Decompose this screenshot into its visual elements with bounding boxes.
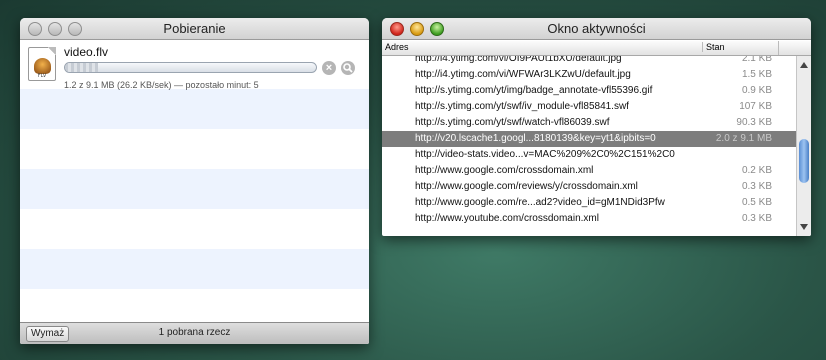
scrollbar-thumb[interactable] (799, 139, 809, 183)
window-title: Okno aktywności (547, 21, 646, 36)
scroll-down-icon[interactable] (800, 224, 808, 230)
reveal-magnifier-icon[interactable] (341, 61, 355, 75)
row-status: 0.5 KB (741, 197, 772, 208)
row-status: 2.1 KB (741, 56, 772, 64)
downloads-list: FLV video.flv × 1.2 z 9.1 MB (26.2 KB/se… (20, 41, 369, 322)
list-stripe (20, 169, 369, 209)
row-status: 0.3 KB (741, 213, 772, 224)
table-row[interactable]: http://s.ytimg.com/yt/swf/watch-vfl86039… (382, 115, 796, 131)
download-status: 1.2 z 9.1 MB (26.2 KB/sek) — pozostało m… (64, 80, 259, 90)
row-status: 1.5 KB (741, 69, 772, 80)
list-stripe (20, 249, 369, 289)
table-row[interactable]: http://i4.ytimg.com/vi/OI9PAUt1bXU/defau… (382, 56, 796, 67)
row-address: http://video-stats.video...v=MAC%209%2C0… (415, 149, 675, 160)
row-address: http://www.google.com/reviews/y/crossdom… (415, 181, 638, 192)
row-status: 0.9 KB (741, 85, 772, 96)
row-address: http://v20.lscache1.googl...8180139&key=… (415, 133, 656, 144)
table-row[interactable]: http://v20.lscache1.googl...8180139&key=… (382, 131, 796, 147)
table-row[interactable]: http://www.google.com/crossdomain.xml 0.2… (382, 163, 796, 179)
activity-table-header: Adres Stan (382, 41, 811, 56)
activity-window: Okno aktywności Adres Stan http://i4.yti… (382, 18, 811, 236)
window-title: Pobieranie (163, 21, 226, 36)
file-icon-ext: FLV (37, 73, 47, 79)
table-row[interactable]: http://www.youtube.com/crossdomain.xml 0.… (382, 211, 796, 227)
download-filename: video.flv (64, 45, 109, 59)
row-address: http://www.google.com/re...ad2?video_id=… (415, 197, 665, 208)
list-stripe (20, 89, 369, 129)
flv-file-icon: FLV (28, 47, 56, 81)
table-row[interactable]: http://www.google.com/re...ad2?video_id=… (382, 195, 796, 211)
table-row[interactable]: http://s.ytimg.com/yt/img/badge_annotate… (382, 83, 796, 99)
column-header-status[interactable]: Stan (702, 42, 777, 52)
table-row[interactable]: http://i4.ytimg.com/vi/WFWAr3LKZwU/defau… (382, 67, 796, 83)
downloads-bottom-bar: Wymaż 1 pobrana rzecz (20, 322, 369, 344)
downloads-titlebar[interactable]: Pobieranie (20, 18, 369, 40)
downloads-count: 1 pobrana rzecz (158, 327, 231, 338)
row-address: http://www.youtube.com/crossdomain.xml (415, 213, 599, 224)
stop-download-button[interactable]: × (322, 61, 336, 75)
row-address: http://i4.ytimg.com/vi/OI9PAUt1bXU/defau… (415, 56, 622, 64)
activity-table-body: http://i4.ytimg.com/vi/OI9PAUt1bXU/defau… (382, 56, 796, 236)
row-status: 0.2 KB (741, 165, 772, 176)
vertical-scrollbar[interactable] (796, 56, 811, 236)
row-status: 2.0 z 9.1 MB (715, 133, 772, 144)
scroll-up-icon[interactable] (800, 62, 808, 68)
activity-titlebar[interactable]: Okno aktywności (382, 18, 811, 40)
row-status: 90.3 KB (736, 117, 772, 128)
table-row[interactable]: http://video-stats.video...v=MAC%209%2C0… (382, 147, 796, 163)
row-address: http://s.ytimg.com/yt/swf/iv_module-vfl8… (415, 101, 629, 112)
column-header-address[interactable]: Adres (385, 42, 409, 52)
download-progress-bar (64, 62, 317, 73)
progress-fill (65, 63, 98, 72)
row-address: http://www.google.com/crossdomain.xml (415, 165, 594, 176)
row-address: http://i4.ytimg.com/vi/WFWAr3LKZwU/defau… (415, 69, 631, 80)
downloads-window: Pobieranie FLV video.flv × 1.2 z 9.1 MB … (20, 18, 369, 344)
table-row[interactable]: http://s.ytimg.com/yt/swf/iv_module-vfl8… (382, 99, 796, 115)
row-status: 0.3 KB (741, 181, 772, 192)
row-address: http://s.ytimg.com/yt/swf/watch-vfl86039… (415, 117, 610, 128)
table-row[interactable]: http://www.google.com/reviews/y/crossdom… (382, 179, 796, 195)
row-address: http://s.ytimg.com/yt/img/badge_annotate… (415, 85, 653, 96)
row-status: 107 KB (739, 101, 772, 112)
column-divider (778, 41, 779, 55)
